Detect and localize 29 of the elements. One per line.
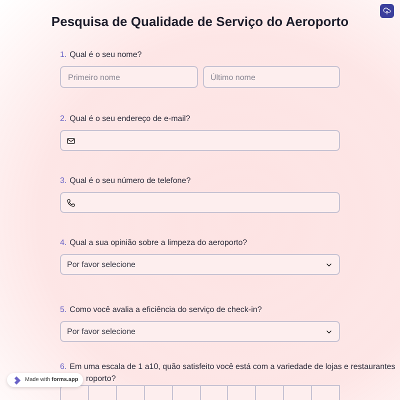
rating-option[interactable] xyxy=(88,385,117,400)
mail-icon xyxy=(67,136,75,144)
rating-option[interactable] xyxy=(116,385,145,400)
rating-option[interactable] xyxy=(200,385,228,400)
question-label: 5. Como você avalia a eficiência do serviço de check-in? xyxy=(60,304,262,316)
rating-option[interactable] xyxy=(60,385,89,400)
rating-option[interactable] xyxy=(144,385,173,400)
phone-icon xyxy=(67,198,75,206)
form-title: Pesquisa de Qualidade de Serviço do Aeroporto xyxy=(50,13,350,29)
rating-option[interactable] xyxy=(284,385,312,400)
question-label-end: roporto? xyxy=(86,373,116,385)
name-input[interactable]: Último nome xyxy=(202,66,340,88)
select-dropdown[interactable]: Por favor selecione xyxy=(60,254,340,275)
upload-button[interactable] xyxy=(380,4,394,18)
question-label: 4. Qual a sua opinião sobre a limpeza do aeroporto? xyxy=(60,237,248,249)
select-dropdown[interactable]: Por favor selecione xyxy=(60,321,340,342)
rating-option[interactable] xyxy=(312,385,340,400)
question-label: 2. Qual é o seu endereço de e-mail? xyxy=(60,113,190,125)
rating-option[interactable] xyxy=(228,385,256,400)
question-label: 1. Qual é o seu nome? xyxy=(60,49,142,61)
name-input[interactable]: Primeiro nome xyxy=(60,66,198,88)
phone-field[interactable] xyxy=(60,192,340,213)
rating-option[interactable] xyxy=(172,385,201,400)
rating-option[interactable] xyxy=(256,385,284,400)
question-label: 3. Qual é o seu número de telefone? xyxy=(60,175,191,187)
email-field[interactable] xyxy=(60,130,340,151)
cloud-upload-icon xyxy=(383,7,391,15)
logo-icon xyxy=(12,376,21,384)
question-label: 6. Em uma escala de 1 a10, quão satisfeito você está com a variedade de lojas e restaurantes xyxy=(60,361,396,373)
